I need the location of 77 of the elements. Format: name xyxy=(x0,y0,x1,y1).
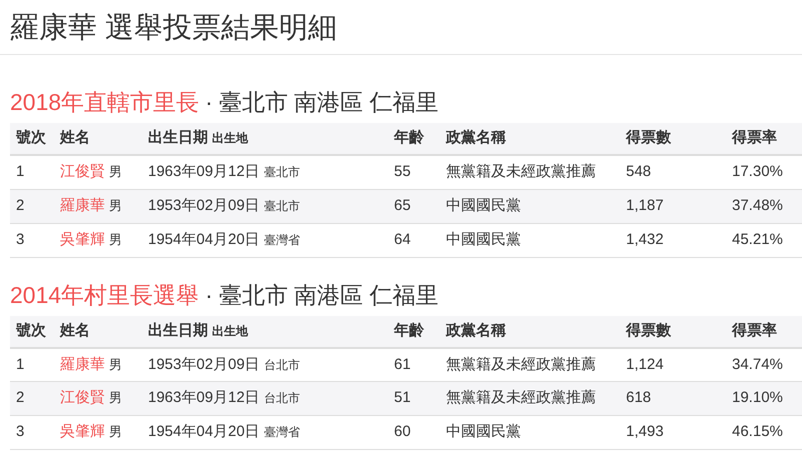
table-cell: 中國國民黨 xyxy=(446,196,521,214)
birthplace-label: 台北市 xyxy=(264,391,300,406)
gender-label: 男 xyxy=(109,390,122,406)
gender-label: 男 xyxy=(109,232,122,247)
candidate-link[interactable]: 江俊賢 xyxy=(60,389,105,406)
page-title: 羅康華 選舉投票結果明細 xyxy=(10,11,338,46)
table-cell: 65 xyxy=(394,196,411,214)
table-cell: 1,493 xyxy=(626,423,664,440)
column-header: 政黨名稱 xyxy=(446,129,506,146)
column-header: 出生日期 xyxy=(148,322,208,339)
region-title: 臺北市 南港區 仁福里 xyxy=(218,88,439,117)
table-cell: 61 xyxy=(394,356,411,372)
table-cell: 55 xyxy=(394,163,411,180)
column-header: 出生日期 xyxy=(148,129,208,146)
column-header: 姓名 xyxy=(60,129,90,146)
birthplace-label: 臺北市 xyxy=(264,165,300,179)
candidate-link[interactable]: 吳肇輝 xyxy=(60,423,105,440)
region-title: 臺北市 南港區 仁福里 xyxy=(218,280,439,310)
candidate-link[interactable]: 吳肇輝 xyxy=(60,230,105,248)
candidate-link[interactable]: 羅康華 xyxy=(60,196,105,214)
table-cell: 3 xyxy=(16,230,24,248)
column-header: 得票率 xyxy=(732,129,777,146)
table-cell: 無黨籍及未經政黨推薦 xyxy=(446,389,596,406)
birthplace-label: 台北市 xyxy=(264,358,300,372)
table-cell: 51 xyxy=(394,389,411,406)
table-cell: 2 xyxy=(16,196,24,214)
column-header: 得票數 xyxy=(626,129,671,146)
column-header: 號次 xyxy=(16,322,46,339)
separator-dot: · xyxy=(205,88,213,117)
table-cell: 1,187 xyxy=(626,196,664,214)
table-cell: 1953年02月09日 xyxy=(148,196,260,214)
column-subheader: 出生地 xyxy=(212,324,248,338)
column-header: 政黨名稱 xyxy=(446,322,506,339)
table-cell: 無黨籍及未經政黨推薦 xyxy=(446,356,596,372)
birthplace-label: 臺灣省 xyxy=(264,425,300,440)
election-title: 2014年村里長選舉 xyxy=(10,280,200,310)
column-header: 得票率 xyxy=(732,322,777,339)
gender-label: 男 xyxy=(109,424,122,440)
gender-label: 男 xyxy=(109,164,122,179)
table-cell: 46.15% xyxy=(732,423,783,440)
table-cell: 1954年04月20日 xyxy=(148,423,260,440)
table-cell: 37.48% xyxy=(732,196,783,214)
table-cell: 64 xyxy=(394,230,411,248)
table-cell: 1954年04月20日 xyxy=(148,230,260,248)
table-cell: 618 xyxy=(626,389,652,406)
column-header: 年齡 xyxy=(394,322,424,339)
table-cell: 1953年02月09日 xyxy=(148,356,260,372)
table-cell: 1963年09月12日 xyxy=(148,389,260,406)
table-cell: 3 xyxy=(16,423,24,440)
table-cell: 1 xyxy=(16,356,24,372)
table-cell: 17.30% xyxy=(732,163,783,180)
table-cell: 1,124 xyxy=(626,356,664,372)
table-cell: 1,432 xyxy=(626,230,664,248)
birthplace-label: 臺北市 xyxy=(264,198,300,213)
gender-label: 男 xyxy=(109,356,122,372)
table-cell: 1963年09月12日 xyxy=(148,163,260,180)
table-cell: 1 xyxy=(16,163,24,180)
gender-label: 男 xyxy=(109,198,122,213)
table-cell: 45.21% xyxy=(732,230,783,248)
separator-dot: · xyxy=(205,280,213,310)
table-cell: 548 xyxy=(626,163,652,180)
candidate-link[interactable]: 羅康華 xyxy=(60,356,105,372)
column-header: 號次 xyxy=(16,129,46,146)
column-header: 姓名 xyxy=(60,322,90,339)
table-cell: 中國國民黨 xyxy=(446,230,521,248)
column-header: 年齡 xyxy=(394,129,424,146)
table-cell: 中國國民黨 xyxy=(446,423,521,440)
table-cell: 2 xyxy=(16,389,24,406)
birthplace-label: 臺灣省 xyxy=(264,232,300,247)
column-header: 得票數 xyxy=(626,322,671,339)
election-title: 2018年直轄市里長 xyxy=(10,88,200,117)
table-cell: 無黨籍及未經政黨推薦 xyxy=(446,163,596,180)
candidate-link[interactable]: 江俊賢 xyxy=(60,163,105,180)
table-cell: 34.74% xyxy=(732,356,783,372)
table-cell: 60 xyxy=(394,423,411,440)
column-subheader: 出生地 xyxy=(212,131,248,146)
table-cell: 19.10% xyxy=(732,389,783,406)
